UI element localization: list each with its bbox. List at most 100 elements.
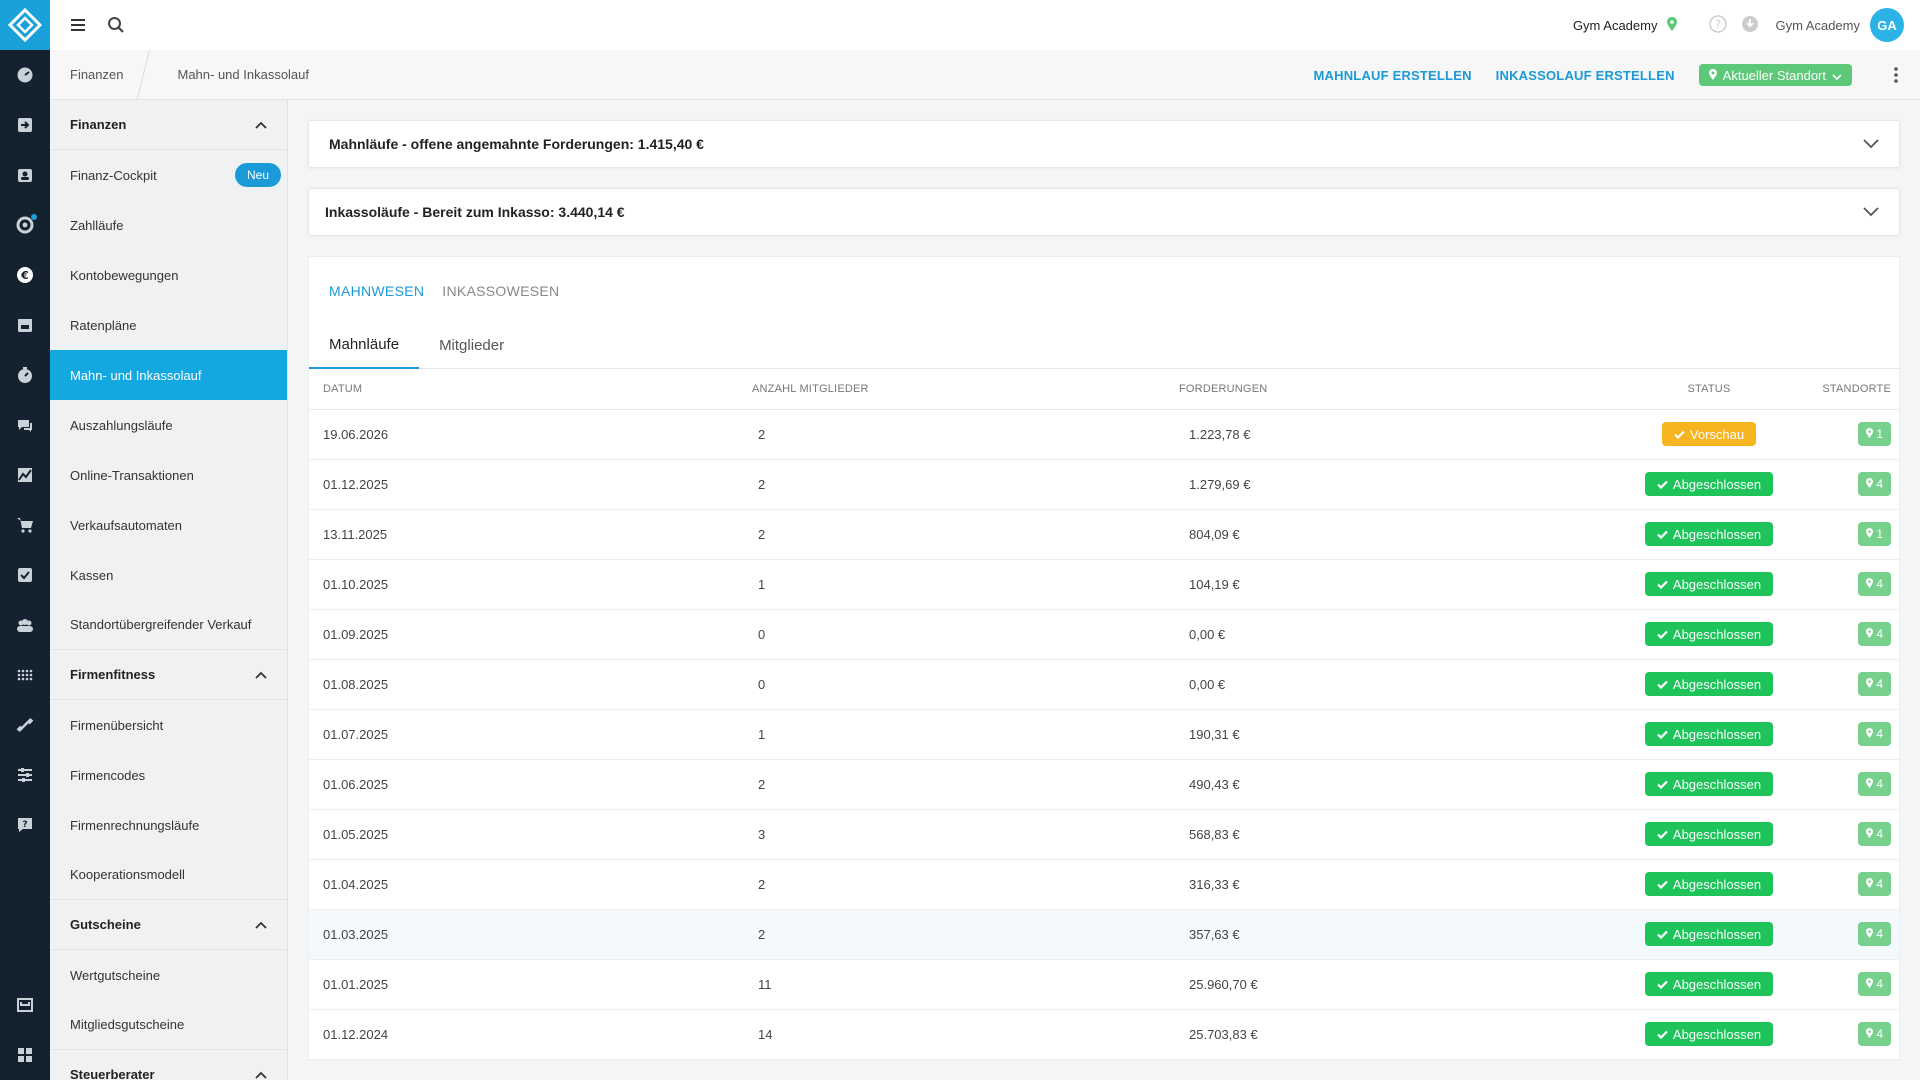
locations-badge[interactable]: 4 xyxy=(1858,822,1891,846)
table-header-row: DATUM ANZAHL MITGLIEDER FORDERUNGEN STAT… xyxy=(309,369,1899,410)
sidebar-item-mitgliedsgutscheine[interactable]: Mitgliedsgutscheine xyxy=(50,1000,287,1050)
sidebar-item-firmenrechnungslaeufe[interactable]: Firmenrechnungsläufe xyxy=(50,800,287,850)
more-options-icon[interactable] xyxy=(1886,65,1906,85)
checkbox-icon[interactable] xyxy=(0,550,50,600)
cell-status: Abgeschlossen xyxy=(1614,1009,1804,1060)
settings-gear-icon[interactable] xyxy=(0,200,50,250)
locations-badge[interactable]: 1 xyxy=(1858,422,1891,446)
sidebar-group-finanzen[interactable]: Finanzen xyxy=(50,100,287,150)
status-badge: Abgeschlossen xyxy=(1644,522,1774,546)
help-icon[interactable]: ? xyxy=(1709,14,1728,36)
user-name[interactable]: Gym Academy xyxy=(1775,18,1860,33)
locations-badge[interactable]: 4 xyxy=(1858,722,1891,746)
location-filter-button[interactable]: Aktueller Standort xyxy=(1698,64,1852,86)
table-row[interactable]: 01.04.2025 2 316,33 € Abgeschlossen 4 xyxy=(309,859,1899,910)
create-dunning-run-button[interactable]: MAHNLAUF ERSTELLEN xyxy=(1314,68,1472,83)
calendar-icon[interactable] xyxy=(0,300,50,350)
sidebar-item-zahllaeufe[interactable]: Zahlläufe xyxy=(50,200,287,250)
group-icon[interactable] xyxy=(0,600,50,650)
location-pin-icon xyxy=(1866,977,1874,991)
tab-mahnwesen[interactable]: MAHNWESEN xyxy=(329,283,424,321)
new-badge: Neu xyxy=(234,163,281,187)
sidebar-item-standortuebergreifender-verkauf[interactable]: Standortübergreifender Verkauf xyxy=(50,600,287,650)
sidebar-item-firmencodes[interactable]: Firmencodes xyxy=(50,750,287,800)
tab-mitglieder[interactable]: Mitglieder xyxy=(419,321,524,369)
column-header-date[interactable]: DATUM xyxy=(309,369,744,410)
apps-grid-icon[interactable] xyxy=(0,1030,50,1080)
locations-badge[interactable]: 1 xyxy=(1858,522,1891,546)
table-row[interactable]: 01.07.2025 1 190,31 € Abgeschlossen 4 xyxy=(309,709,1899,760)
column-header-locations[interactable]: STANDORTE xyxy=(1804,369,1899,410)
sidebar-item-ratenplaene[interactable]: Ratenpläne xyxy=(50,300,287,350)
cell-status: Abgeschlossen xyxy=(1614,809,1804,860)
cell-locations: 4 xyxy=(1804,659,1899,710)
chart-icon[interactable] xyxy=(0,450,50,500)
dashboard-icon[interactable] xyxy=(0,50,50,100)
table-row[interactable]: 01.03.2025 2 357,63 € Abgeschlossen 4 xyxy=(309,909,1899,960)
table-row[interactable]: 01.12.2024 14 25.703,83 € Abgeschlossen 4 xyxy=(309,1009,1899,1060)
column-header-claims[interactable]: FORDERUNGEN xyxy=(1179,369,1614,410)
locations-badge[interactable]: 4 xyxy=(1858,622,1891,646)
tab-inkassowesen[interactable]: INKASSOWESEN xyxy=(442,283,559,321)
avatar[interactable]: GA xyxy=(1870,8,1904,42)
locations-badge[interactable]: 4 xyxy=(1858,972,1891,996)
create-collection-run-button[interactable]: INKASSOLAUF ERSTELLEN xyxy=(1496,68,1675,83)
sidebar-item-firmenuebersicht[interactable]: Firmenübersicht xyxy=(50,700,287,750)
sidebar-item-label: Standortübergreifender Verkauf xyxy=(70,617,252,632)
sidebar-group-gutscheine[interactable]: Gutscheine xyxy=(50,900,287,950)
cart-icon[interactable] xyxy=(0,500,50,550)
sub-tabs: Mahnläufe Mitglieder xyxy=(309,321,1899,369)
sidebar-item-online-transaktionen[interactable]: Online-Transaktionen xyxy=(50,450,287,500)
locations-badge[interactable]: 4 xyxy=(1858,922,1891,946)
sidebar-item-kooperationsmodell[interactable]: Kooperationsmodell xyxy=(50,850,287,900)
help-chat-icon[interactable]: ? xyxy=(0,800,50,850)
dumbbell-icon[interactable] xyxy=(0,700,50,750)
store-icon[interactable] xyxy=(0,980,50,1030)
sidebar-item-mahn-inkassolauf[interactable]: Mahn- und Inkassolauf xyxy=(50,350,287,400)
svg-text:€: € xyxy=(20,269,29,282)
column-header-member-count[interactable]: ANZAHL MITGLIEDER xyxy=(744,369,1179,410)
table-row[interactable]: 19.06.2026 2 1.223,78 € Vorschau 1 xyxy=(309,409,1899,460)
locations-badge[interactable]: 4 xyxy=(1858,872,1891,896)
table-row[interactable]: 01.01.2025 11 25.960,70 € Abgeschlossen 4 xyxy=(309,959,1899,1010)
collection-summary-panel[interactable]: Inkassoläufe - Bereit zum Inkasso: 3.440… xyxy=(308,188,1900,236)
sidebar-item-kontobewegungen[interactable]: Kontobewegungen xyxy=(50,250,287,300)
svg-text:?: ? xyxy=(22,820,27,830)
table-row[interactable]: 01.08.2025 0 0,00 € Abgeschlossen 4 xyxy=(309,659,1899,710)
dots-grid-icon[interactable] xyxy=(0,650,50,700)
sidebar-item-kassen[interactable]: Kassen xyxy=(50,550,287,600)
locations-badge[interactable]: 4 xyxy=(1858,1022,1891,1046)
hamburger-menu-icon[interactable] xyxy=(68,15,88,35)
breadcrumb-item-finanzen[interactable]: Finanzen xyxy=(50,50,143,100)
download-icon[interactable] xyxy=(1741,15,1759,36)
sidebar-item-verkaufsautomaten[interactable]: Verkaufsautomaten xyxy=(50,500,287,550)
sidebar-item-auszahlungslaeufe[interactable]: Auszahlungsläufe xyxy=(50,400,287,450)
timer-icon[interactable] xyxy=(0,350,50,400)
locations-badge[interactable]: 4 xyxy=(1858,472,1891,496)
locations-badge[interactable]: 4 xyxy=(1858,572,1891,596)
table-row[interactable]: 01.10.2025 1 104,19 € Abgeschlossen 4 xyxy=(309,559,1899,610)
finance-euro-icon[interactable]: € xyxy=(0,250,50,300)
column-header-status[interactable]: STATUS xyxy=(1614,369,1804,410)
locations-badge[interactable]: 4 xyxy=(1858,672,1891,696)
table-row[interactable]: 01.05.2025 3 568,83 € Abgeschlossen 4 xyxy=(309,809,1899,860)
location-pin-icon xyxy=(1667,16,1678,34)
sidebar-item-finanz-cockpit[interactable]: Finanz-Cockpit Neu xyxy=(50,150,287,200)
table-row[interactable]: 01.09.2025 0 0,00 € Abgeschlossen 4 xyxy=(309,609,1899,660)
locations-badge[interactable]: 4 xyxy=(1858,772,1891,796)
sidebar-group-firmenfitness[interactable]: Firmenfitness xyxy=(50,650,287,700)
sidebar-group-steuerberater[interactable]: Steuerberater xyxy=(50,1050,287,1080)
studio-name[interactable]: Gym Academy xyxy=(1573,18,1658,33)
table-row[interactable]: 01.06.2025 2 490,43 € Abgeschlossen 4 xyxy=(309,759,1899,810)
members-icon[interactable] xyxy=(0,150,50,200)
app-logo[interactable] xyxy=(0,0,50,50)
sidebar-item-wertgutscheine[interactable]: Wertgutscheine xyxy=(50,950,287,1000)
table-row[interactable]: 13.11.2025 2 804,09 € Abgeschlossen 1 xyxy=(309,509,1899,560)
tab-mahnlaeufe[interactable]: Mahnläufe xyxy=(309,321,420,369)
chat-icon[interactable] xyxy=(0,400,50,450)
sliders-icon[interactable] xyxy=(0,750,50,800)
search-icon[interactable] xyxy=(106,15,126,35)
checkin-icon[interactable] xyxy=(0,100,50,150)
dunning-summary-panel[interactable]: Mahnläufe - offene angemahnte Forderunge… xyxy=(308,120,1900,168)
table-row[interactable]: 01.12.2025 2 1.279,69 € Abgeschlossen 4 xyxy=(309,459,1899,510)
